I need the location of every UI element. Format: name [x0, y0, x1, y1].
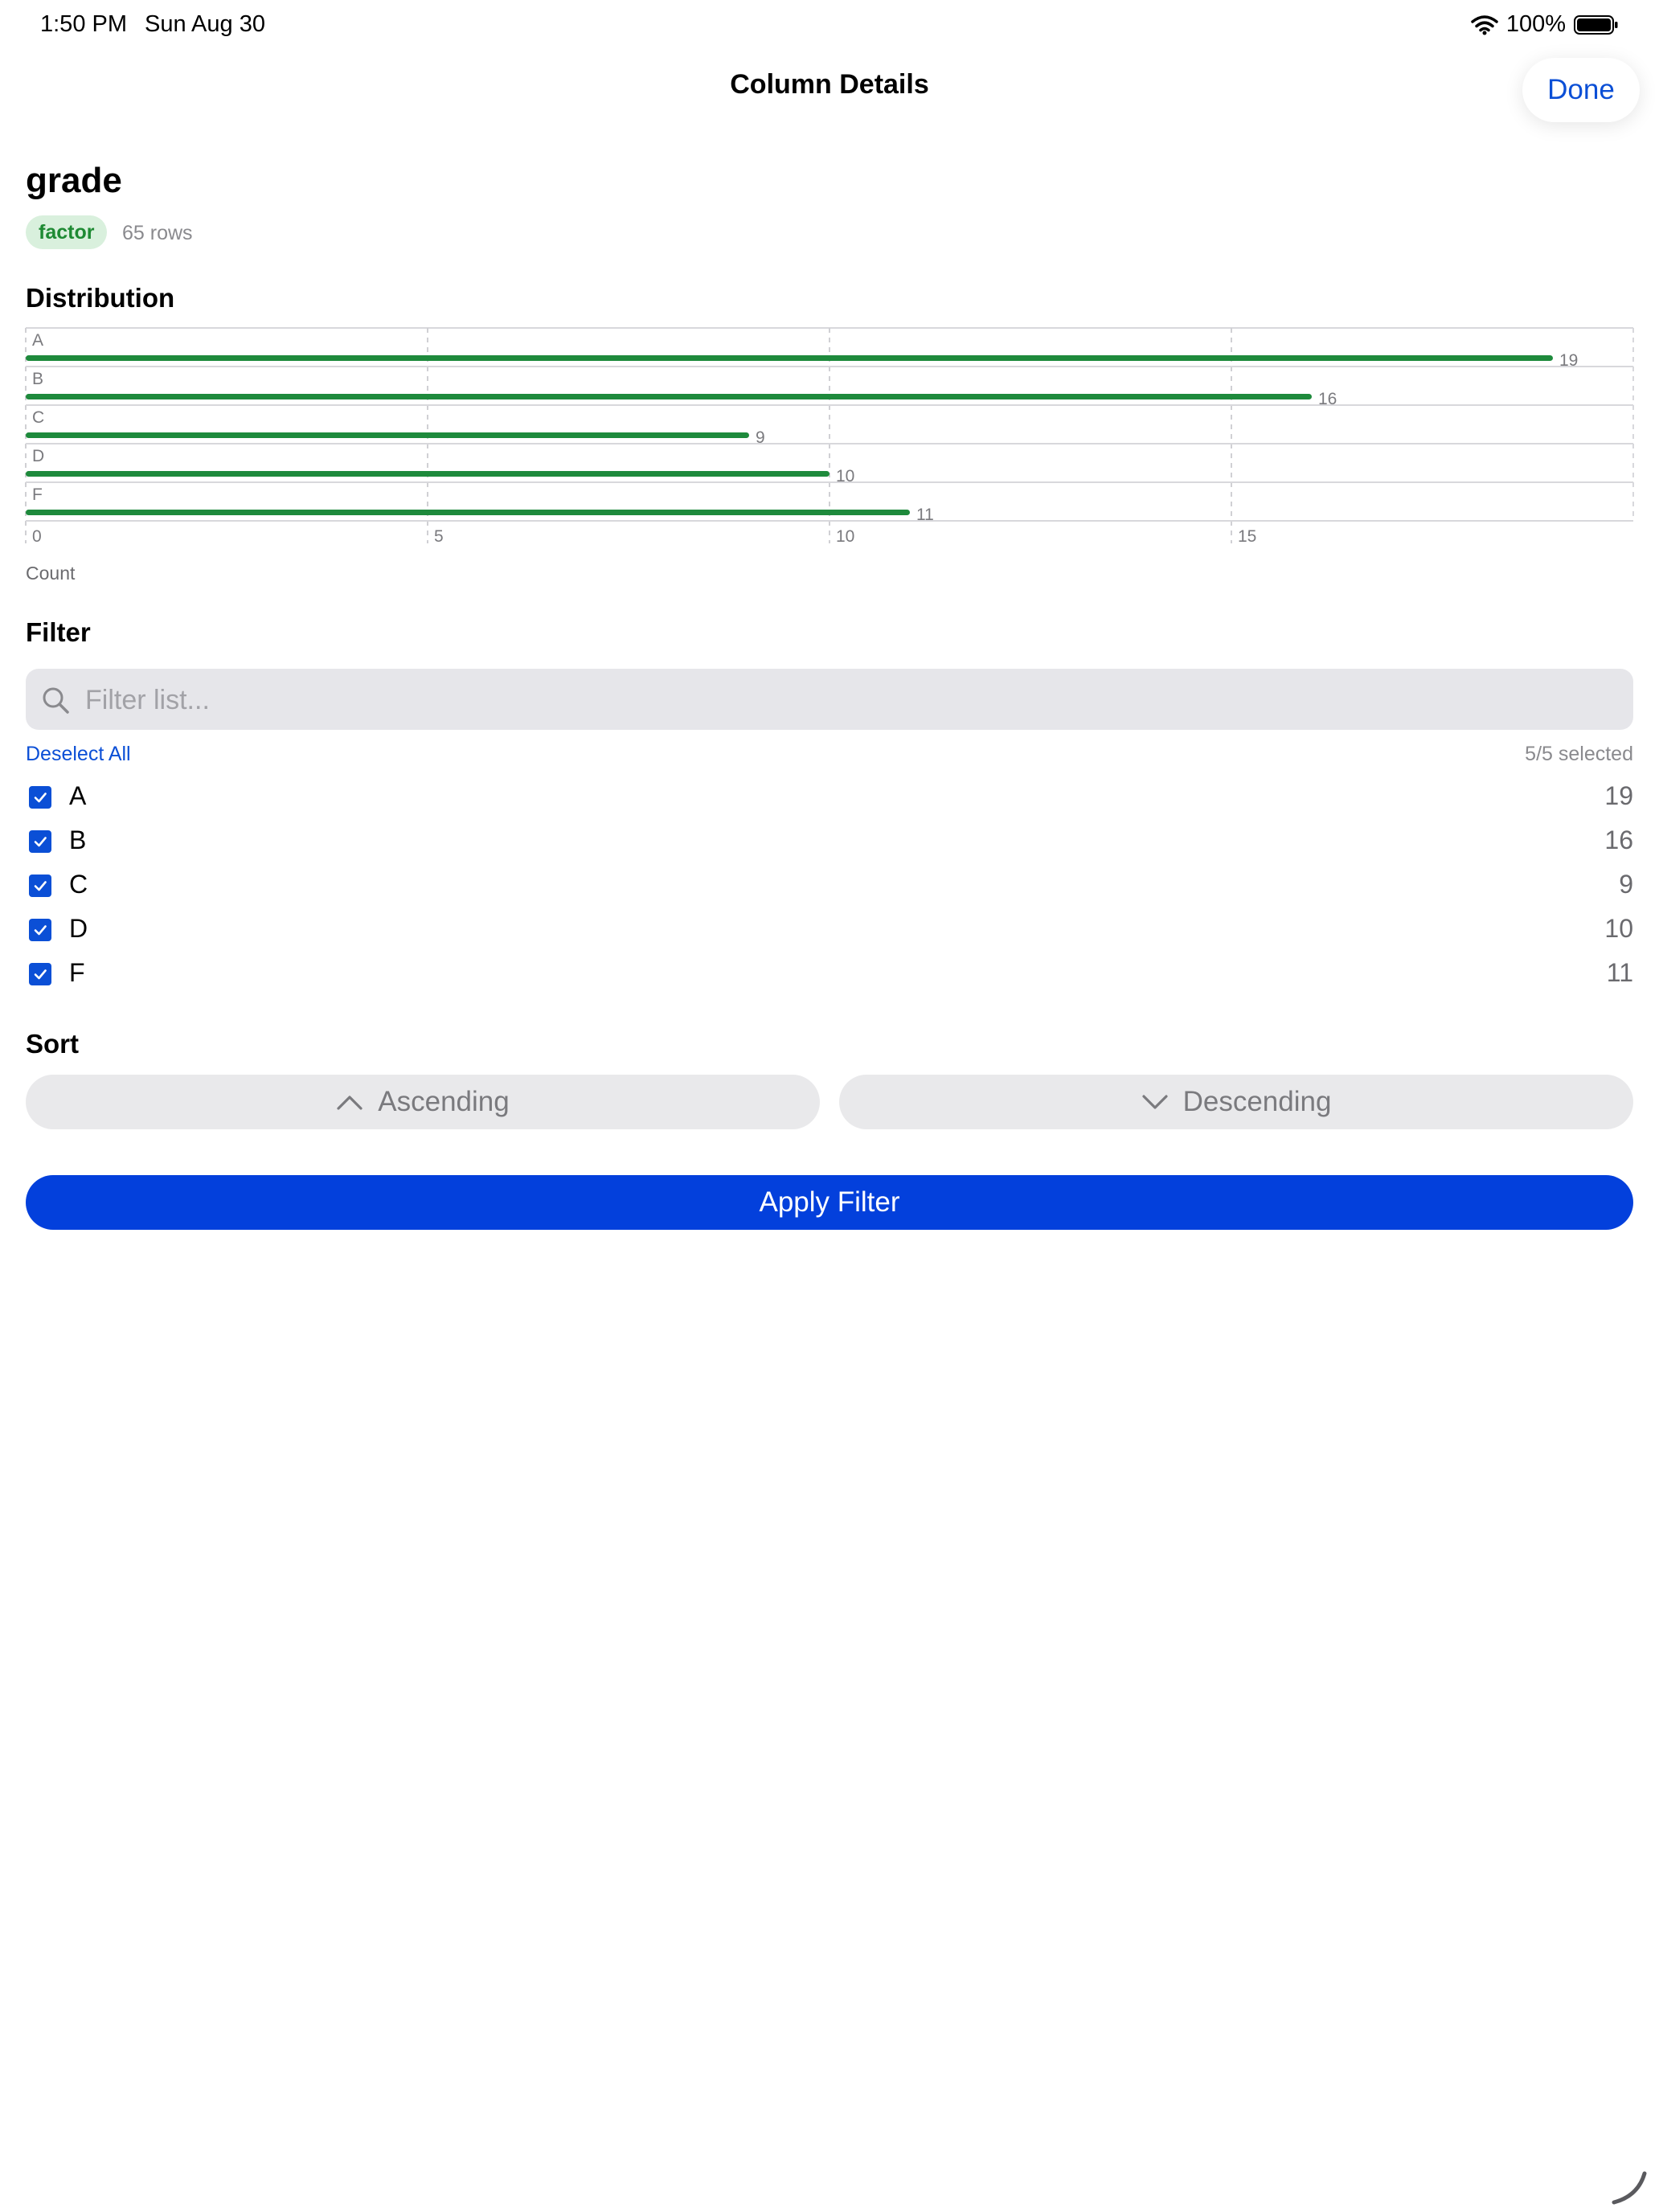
chart-value-label: 11 [916, 506, 934, 524]
chart-x-axis-label: Count [26, 563, 76, 584]
chevron-up-icon [337, 1096, 363, 1110]
wifi-icon [1471, 14, 1498, 35]
filter-value-label: B [69, 825, 87, 854]
status-bar-time-date: 1:50 PM Sun Aug 30 [40, 11, 265, 38]
selected-count-label: 5/5 selected [1525, 743, 1633, 765]
chart-bar [26, 510, 910, 515]
filter-row-f[interactable]: F 11 [26, 952, 1633, 996]
chevron-down-icon [1141, 1095, 1168, 1109]
chart-category-label: A [32, 331, 43, 350]
filter-value-label: D [69, 914, 88, 943]
distribution-chart: 0 5 10 15 A 19 B 16 C 9 D 10 F 11 Count [25, 322, 1634, 584]
filter-value-label: F [69, 958, 85, 987]
chart-bar [26, 432, 749, 438]
search-icon [43, 687, 69, 714]
distribution-heading: Distribution [26, 283, 175, 313]
filter-value-count: 10 [1604, 914, 1633, 943]
status-bar-indicators: 100% [1471, 11, 1619, 38]
checkbox-f[interactable] [29, 963, 51, 985]
column-type-badge: factor [26, 215, 108, 249]
apply-filter-button[interactable]: Apply Filter [26, 1175, 1633, 1230]
filter-value-label: C [69, 870, 88, 899]
filter-row-b[interactable]: B 16 [26, 819, 1633, 863]
chart-value-label: 10 [836, 467, 854, 485]
filter-row-c[interactable]: C 9 [26, 863, 1633, 907]
chart-x-tick-label: 0 [32, 527, 42, 546]
filter-search-bar[interactable] [26, 669, 1633, 731]
battery-percent: 100% [1505, 11, 1566, 37]
chart-value-label: 9 [756, 428, 765, 447]
filter-value-label: A [69, 781, 87, 810]
row-count-label: 65 rows [122, 222, 193, 244]
chart-x-tick-label: 10 [836, 527, 854, 546]
chart-category-label: D [32, 447, 44, 465]
checkmark-icon [34, 793, 47, 803]
checkbox-c[interactable] [29, 875, 51, 897]
filter-value-count: 19 [1604, 781, 1633, 810]
sort-ascending-label: Ascending [378, 1086, 510, 1117]
chart-x-tick-label: 15 [1238, 527, 1256, 546]
chart-category-label: C [32, 408, 44, 427]
sort-ascending-button[interactable]: Ascending [26, 1075, 820, 1129]
chart-bar [26, 355, 1553, 361]
page-title: Column Details [730, 69, 929, 100]
filter-value-count: 9 [1619, 870, 1633, 899]
distribution-chart-svg: 0 5 10 15 A 19 B 16 C 9 D 10 F 11 [25, 327, 1634, 546]
resize-grabber-icon[interactable] [1609, 2167, 1648, 2206]
filter-row-d[interactable]: D 10 [26, 907, 1633, 952]
status-time: 1:50 PM [40, 11, 127, 37]
deselect-all-button[interactable]: Deselect All [26, 743, 131, 766]
chart-bar [26, 471, 830, 477]
status-date: Sun Aug 30 [145, 11, 265, 37]
chart-x-tick-label: 5 [434, 527, 444, 546]
filter-value-count: 16 [1604, 825, 1633, 854]
chart-bar [26, 394, 1312, 399]
checkmark-icon [34, 837, 47, 847]
checkbox-d[interactable] [29, 919, 51, 941]
checkbox-a[interactable] [29, 786, 51, 809]
chart-category-label: F [32, 485, 43, 504]
filter-row-a[interactable]: A 19 [26, 775, 1633, 819]
sort-descending-label: Descending [1182, 1086, 1332, 1117]
done-button[interactable]: Done [1522, 58, 1640, 122]
sort-descending-button[interactable]: Descending [839, 1075, 1633, 1129]
filter-value-list: A 19 B 16 C 9 D 10 F 11 [26, 775, 1633, 996]
battery-icon [1574, 14, 1618, 35]
filter-value-count: 11 [1606, 958, 1633, 987]
checkbox-b[interactable] [29, 830, 51, 853]
filter-heading: Filter [26, 617, 91, 647]
chart-value-label: 19 [1559, 351, 1578, 370]
chart-value-label: 16 [1318, 390, 1337, 408]
checkmark-icon [34, 881, 47, 891]
sort-heading: Sort [26, 1029, 79, 1059]
checkmark-icon [34, 925, 47, 936]
filter-search-input[interactable] [84, 669, 1614, 731]
checkmark-icon [34, 969, 47, 980]
chart-category-label: B [32, 370, 43, 388]
column-name: grade [26, 161, 122, 200]
